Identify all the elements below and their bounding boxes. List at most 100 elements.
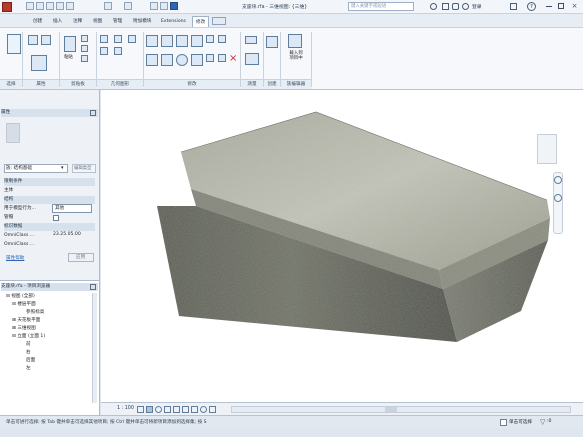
exchange-icon[interactable] (510, 3, 517, 10)
window-switch-icon[interactable] (170, 2, 178, 10)
panel-select[interactable]: 选择 (0, 79, 22, 89)
tab-view[interactable]: 视图 (90, 16, 105, 27)
steeringwheel-icon[interactable] (554, 176, 562, 184)
ribbon-toggle-icon[interactable] (212, 17, 226, 25)
prop-cap-checkbox[interactable] (53, 215, 59, 221)
user-icon[interactable] (462, 3, 469, 10)
cut-icon[interactable] (81, 35, 88, 42)
tree-item[interactable]: 前 (26, 341, 31, 349)
3d-view-icon[interactable] (150, 2, 158, 10)
trim-icon[interactable] (191, 54, 203, 66)
cut-geometry-icon[interactable] (100, 47, 108, 55)
select-toggle-checkbox[interactable] (500, 419, 507, 426)
split-face-icon[interactable] (114, 47, 122, 55)
app-logo-icon[interactable] (2, 2, 12, 12)
tab-extensions[interactable]: Extensions (158, 16, 189, 27)
favorites-icon[interactable] (452, 3, 459, 10)
tab-insert[interactable]: 插入 (50, 16, 65, 27)
mirror-axis-icon[interactable] (176, 35, 188, 47)
text-icon[interactable] (124, 2, 132, 10)
match-type-icon[interactable] (81, 55, 88, 62)
measure-tool-icon[interactable] (245, 36, 257, 44)
section-constraints[interactable]: 限制条件 (4, 178, 95, 186)
panel-create[interactable]: 创建 (264, 79, 280, 89)
measure-icon[interactable] (104, 2, 112, 10)
move-icon[interactable] (146, 54, 158, 66)
paint-icon[interactable] (128, 35, 136, 43)
panel-family-editor[interactable]: 族编辑器 (281, 79, 311, 89)
search-icon[interactable] (430, 3, 437, 10)
paste-icon[interactable] (64, 36, 76, 52)
open-icon[interactable] (26, 2, 34, 10)
split-icon[interactable] (206, 35, 214, 43)
family-types-icon[interactable] (28, 35, 38, 45)
panel-modify[interactable]: 修改 (144, 79, 240, 89)
tab-modify[interactable]: 修改 (192, 16, 210, 27)
print-icon[interactable] (66, 2, 74, 10)
footing-model[interactable] (101, 90, 583, 402)
create-group-icon[interactable] (266, 36, 278, 48)
tree-item[interactable]: ⊟ 楼层平面 (12, 301, 36, 309)
copy-icon[interactable] (81, 45, 88, 52)
maximize-icon[interactable] (558, 3, 564, 9)
panel-geometry[interactable]: 几何图形 (97, 79, 143, 89)
browser-scrollbar[interactable] (92, 293, 97, 403)
chevron-down-icon[interactable]: ▾ (61, 165, 64, 171)
scale-dropdown[interactable]: 1 : 100 (117, 406, 134, 411)
redo-icon[interactable] (56, 2, 64, 10)
rotate-icon[interactable] (176, 54, 188, 66)
reveal-hidden-icon[interactable] (209, 406, 216, 413)
help-icon[interactable]: ? (527, 2, 536, 11)
section-identity-data[interactable]: 标识数据 (4, 223, 95, 231)
select-icon[interactable] (7, 34, 21, 54)
tree-item[interactable]: 后面 (26, 357, 35, 365)
tab-annotate[interactable]: 注释 (70, 16, 85, 27)
delete-icon[interactable]: × (229, 54, 237, 64)
close-icon[interactable] (90, 110, 96, 116)
panel-clipboard[interactable]: 剪贴板 (60, 79, 96, 89)
join-icon[interactable] (114, 35, 122, 43)
visual-style-icon[interactable] (146, 406, 153, 413)
array-icon[interactable] (206, 54, 214, 62)
tree-item[interactable]: 参照标高 (26, 309, 44, 317)
tab-addins[interactable]: 附加模块 (130, 16, 154, 27)
prop-model-behavior-value[interactable]: 其他 (52, 204, 92, 213)
load-into-project-label[interactable]: 载入到 项目中 (283, 51, 309, 61)
tab-create[interactable]: 创建 (30, 16, 45, 27)
tree-item[interactable]: ⊟ 视图 (全部) (6, 293, 35, 301)
offset-icon[interactable] (161, 35, 173, 47)
crop-view-icon[interactable] (173, 406, 180, 413)
load-into-project-icon[interactable] (288, 34, 302, 48)
scale-icon[interactable] (218, 54, 226, 62)
minimize-icon[interactable] (546, 6, 552, 7)
login-link[interactable]: 登录 (472, 3, 482, 10)
tree-item[interactable]: ⊞ 三维视图 (12, 325, 36, 333)
family-category-icon[interactable] (41, 35, 51, 45)
scrollbar-thumb[interactable] (385, 407, 397, 412)
viewcube[interactable] (537, 134, 557, 164)
tree-item[interactable]: ⊞ 天花板平面 (12, 317, 40, 325)
comm-center-icon[interactable] (442, 3, 449, 10)
undo-icon[interactable] (46, 2, 54, 10)
align-icon[interactable] (146, 35, 158, 47)
shadows-icon[interactable] (164, 406, 171, 413)
panel-properties[interactable]: 属性 (23, 79, 59, 89)
section-structural[interactable]: 结构 (4, 196, 95, 204)
save-icon[interactable] (36, 2, 44, 10)
tree-item[interactable]: 左 (26, 365, 31, 373)
dimension-icon[interactable] (245, 53, 259, 65)
lock-view-icon[interactable] (191, 406, 198, 413)
unpin-icon[interactable] (218, 35, 226, 43)
tree-item[interactable]: 右 (26, 349, 31, 357)
horizontal-scrollbar[interactable] (231, 406, 571, 413)
close-icon[interactable] (90, 284, 96, 290)
zoom-icon[interactable] (554, 194, 562, 202)
panel-measure[interactable]: 测量 (241, 79, 263, 89)
prop-omniclass-number-value[interactable]: 23.25.05.00 (53, 232, 81, 237)
hide-isolate-icon[interactable] (200, 406, 207, 413)
sun-path-icon[interactable] (155, 406, 162, 413)
properties-icon[interactable] (31, 55, 47, 71)
detail-level-icon[interactable] (137, 406, 144, 413)
cope-icon[interactable] (100, 35, 108, 43)
properties-help-link[interactable]: 属性帮助 (6, 255, 24, 261)
